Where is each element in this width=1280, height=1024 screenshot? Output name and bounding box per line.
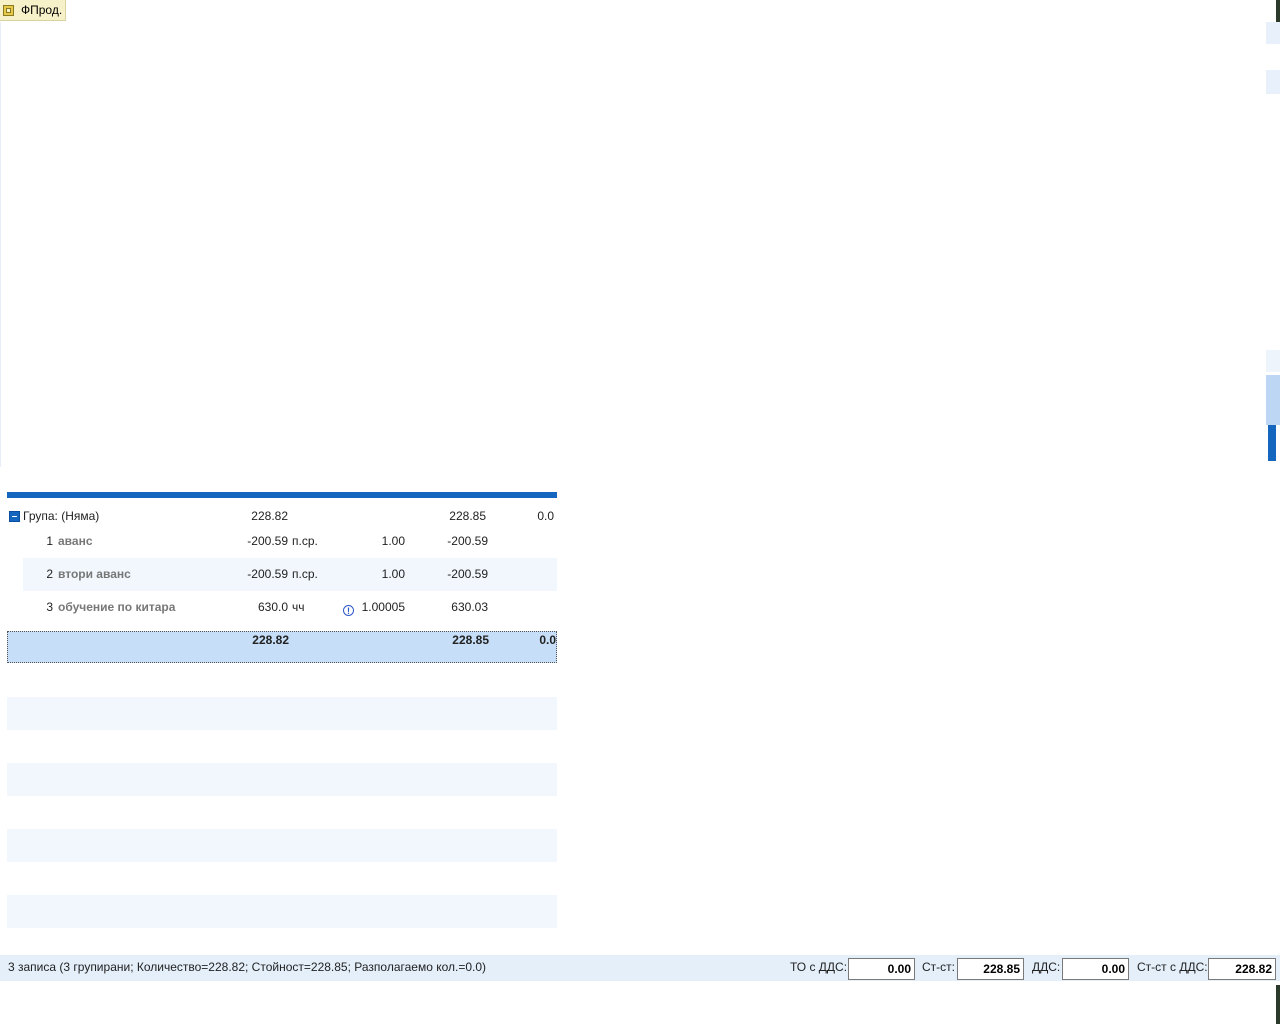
row-value: -200.59 — [447, 534, 488, 548]
row-rate: 1.00 — [381, 567, 405, 581]
scroll-segment — [1266, 22, 1280, 44]
scroll-thumb[interactable] — [1268, 425, 1276, 461]
row-value: -200.59 — [447, 567, 488, 581]
to-vat-label: ТО с ДДС: — [790, 960, 848, 974]
empty-row — [7, 697, 557, 730]
empty-row — [7, 895, 557, 928]
empty-row — [7, 829, 557, 862]
scroll-segment — [1266, 350, 1280, 372]
vat-field: 0.00 — [1062, 958, 1129, 980]
scroll-segment — [1266, 70, 1280, 94]
cost-with-vat-label: Ст-ст с ДДС: — [1137, 960, 1208, 974]
collapse-group-icon[interactable] — [9, 511, 20, 522]
panel-edge-handle[interactable] — [1276, 0, 1280, 22]
row-value: 630.03 — [451, 600, 488, 614]
row-quantity: 630.0 — [257, 600, 288, 614]
window-tab-label: ФПрод. — [21, 3, 63, 17]
cost-label: Ст-ст: — [922, 960, 955, 974]
cost-with-vat-field: 228.82 — [1208, 958, 1276, 980]
row-unit: п.ср. — [292, 534, 318, 548]
table-row[interactable]: 2 втори аванс -200.59 п.ср. 1.00 -200.59 — [23, 558, 557, 591]
row-number: 1 — [46, 534, 53, 548]
row-number: 3 — [46, 600, 53, 614]
total-available: 0.0 — [539, 633, 556, 647]
row-name: втори аванс — [58, 567, 131, 581]
vat-label: ДДС: — [1032, 960, 1061, 974]
total-row[interactable]: 228.82 228.85 0.0 — [7, 631, 557, 663]
total-value: 228.85 — [452, 633, 489, 647]
row-rate: 1.00005 — [361, 600, 405, 614]
row-unit: п.ср. — [292, 567, 318, 581]
status-bar: 3 записа (3 групирани; Количество=228.82… — [0, 955, 1280, 981]
grid-header-bar — [7, 492, 557, 498]
table-row[interactable]: 3 обучение по китара 630.0 чч ! 1.00005 … — [7, 591, 557, 624]
form-icon — [3, 4, 14, 16]
row-quantity: -200.59 — [247, 567, 288, 581]
row-rate: 1.00 — [381, 534, 405, 548]
cost-field: 228.85 — [957, 958, 1024, 980]
row-number: 2 — [46, 567, 53, 581]
scroll-track[interactable] — [1266, 375, 1280, 425]
row-name: аванс — [58, 534, 93, 548]
window-tab[interactable]: ФПрод. — [0, 0, 66, 21]
empty-row — [7, 763, 557, 796]
row-quantity: -200.59 — [247, 534, 288, 548]
row-name: обучение по китара — [58, 600, 176, 614]
total-quantity: 228.82 — [252, 633, 289, 647]
items-grid: Група: (Няма) 228.82 228.85 0.0 1 аванс … — [7, 492, 557, 928]
left-border — [0, 22, 1, 467]
vertical-scrollbar[interactable] — [1266, 0, 1280, 1024]
to-vat-field: 0.00 — [848, 958, 915, 980]
table-row[interactable]: 1 аванс -200.59 п.ср. 1.00 -200.59 — [7, 525, 557, 558]
status-summary: 3 записа (3 групирани; Количество=228.82… — [8, 960, 487, 974]
panel-edge-handle[interactable] — [1276, 985, 1280, 1024]
row-unit: чч — [292, 600, 305, 614]
